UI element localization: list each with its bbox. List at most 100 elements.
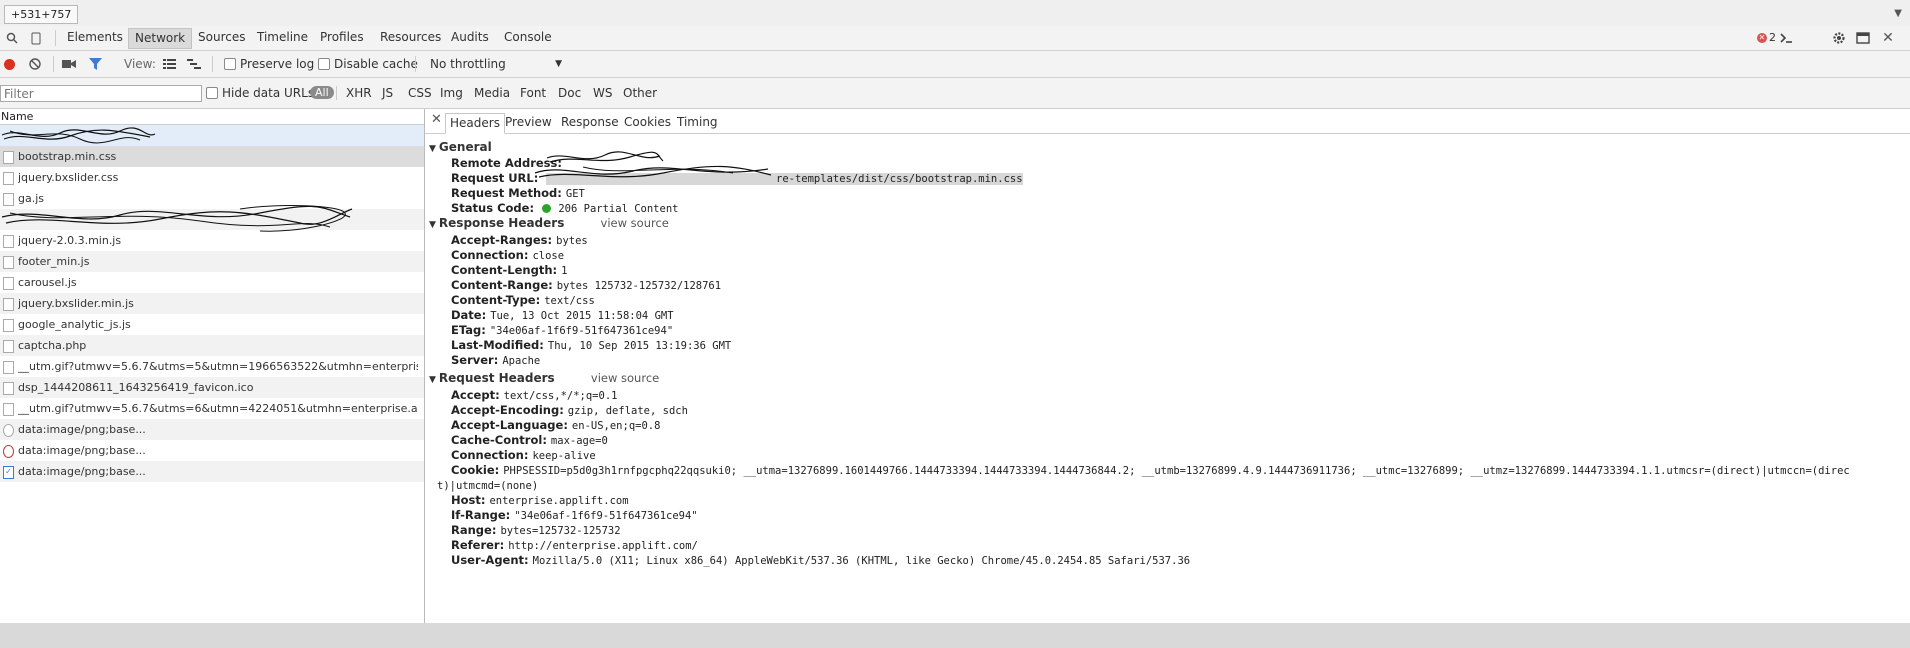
header-row: If-Range: "34e06af-1f6f9-51f647361ce94" (451, 508, 698, 522)
record-icon[interactable] (4, 56, 15, 72)
tab-preview[interactable]: Preview (501, 113, 556, 132)
header-value: enterprise.applift.com (489, 495, 629, 507)
request-headers-section-toggle[interactable]: ▼ Request Headers view source (429, 371, 659, 385)
tab-profiles[interactable]: Profiles (314, 28, 370, 47)
throttling-value: No throttling (430, 57, 506, 71)
preserve-log-checkbox[interactable]: Preserve log (224, 56, 314, 72)
filter-funnel-icon[interactable] (89, 56, 102, 72)
tab-headers[interactable]: Headers (445, 113, 505, 134)
request-row[interactable]: jquery.bxslider.css (0, 167, 424, 188)
filter-js[interactable]: JS (382, 86, 393, 100)
header-key: Server: (451, 353, 499, 367)
header-key: Connection: (451, 448, 529, 462)
request-name: data:image/png;base... (18, 423, 146, 436)
scroll-down-icon[interactable]: ▼ (1894, 8, 1902, 19)
device-mode-icon[interactable] (28, 30, 44, 46)
name-column-header[interactable]: Name (0, 109, 424, 125)
image-icon (3, 424, 14, 437)
overview-waterfall-icon[interactable] (187, 56, 201, 72)
tab-response[interactable]: Response (557, 113, 623, 132)
header-row: Date: Tue, 13 Oct 2015 11:58:04 GMT (451, 308, 674, 322)
tab-cookies[interactable]: Cookies (620, 113, 675, 132)
filter-media[interactable]: Media (474, 86, 510, 100)
response-headers-section-toggle[interactable]: ▼ Response Headers view source (429, 216, 669, 230)
header-row: Cookie: PHPSESSID=p5d0g3h1rnfpgcphq22qqsu… (451, 463, 1850, 477)
header-key: Accept-Encoding: (451, 403, 564, 417)
large-rows-icon[interactable] (163, 56, 176, 72)
header-row: Content-Length: 1 (451, 263, 567, 277)
file-icon (3, 235, 14, 248)
request-row[interactable]: __utm.gif?utmwv=5.6.7&utms=5&utmn=196656… (0, 356, 424, 377)
header-value: Thu, 10 Sep 2015 13:19:36 GMT (547, 340, 732, 352)
tab-network[interactable]: Network (128, 28, 193, 49)
header-value: bytes 125732-125732/128761 (556, 280, 722, 292)
tab-timing[interactable]: Timing (673, 113, 722, 132)
tab-timeline[interactable]: Timeline (251, 28, 314, 47)
close-details-icon[interactable]: ✕ (431, 112, 442, 127)
tab-sources[interactable]: Sources (192, 28, 251, 47)
request-row[interactable]: footer_min.js (0, 251, 424, 272)
close-devtools-icon[interactable]: ✕ (1880, 30, 1896, 46)
request-url-label: Request URL: (451, 171, 539, 185)
header-value: gzip, deflate, sdch (567, 405, 688, 417)
network-toolbar: View: Preserve log Disable cache No thro… (0, 51, 1910, 78)
header-value: text/css,*/*;q=0.1 (503, 390, 618, 402)
filter-css[interactable]: CSS (408, 86, 432, 100)
request-name: data:image/png;base... (18, 465, 146, 478)
header-row: Connection: close (451, 248, 564, 262)
filter-font[interactable]: Font (520, 86, 546, 100)
detail-tabs: ✕ Headers Preview Response Cookies Timin… (425, 109, 1910, 134)
file-icon (3, 277, 14, 290)
settings-gear-icon[interactable] (1831, 30, 1847, 46)
request-name: __utm.gif?utmwv=5.6.7&utms=6&utmn=422405… (18, 402, 418, 415)
screenshot-camera-icon[interactable] (62, 56, 76, 72)
header-row: t)|utmcmd=(none) (437, 478, 538, 492)
throttling-select[interactable]: No throttling ▼ (430, 56, 562, 72)
disable-cache-checkbox[interactable]: Disable cache (318, 56, 418, 72)
dock-side-icon[interactable] (1855, 30, 1871, 46)
request-row[interactable]: bootstrap.min.css (0, 146, 424, 167)
filter-other[interactable]: Other (623, 86, 657, 100)
hide-data-urls-checkbox[interactable]: Hide data URLs (206, 86, 314, 100)
request-row[interactable]: ✓ data:image/png;base... (0, 461, 424, 482)
filter-xhr[interactable]: XHR (346, 86, 372, 100)
header-row: Accept-Language: en-US,en;q=0.8 (451, 418, 660, 432)
request-row[interactable] (0, 205, 424, 232)
tab-elements[interactable]: Elements (61, 28, 129, 47)
disable-cache-label: Disable cache (334, 57, 418, 71)
request-view-source-link[interactable]: view source (591, 371, 659, 385)
expand-triangle-icon: ▼ (429, 220, 436, 230)
request-row[interactable]: captcha.php (0, 335, 424, 356)
request-name: dsp_1444208611_1643256419_favicon.ico (18, 381, 254, 394)
request-row[interactable]: jquery-2.0.3.min.js (0, 230, 424, 251)
request-row[interactable]: carousel.js (0, 272, 424, 293)
request-row[interactable]: jquery.bxslider.min.js (0, 293, 424, 314)
header-row: Accept-Encoding: gzip, deflate, sdch (451, 403, 688, 417)
filter-all[interactable]: All (310, 86, 334, 99)
header-key: ETag: (451, 323, 486, 337)
filter-doc[interactable]: Doc (558, 86, 581, 100)
tab-resources[interactable]: Resources (374, 28, 447, 47)
error-counter[interactable]: ✕ 2 (1757, 31, 1776, 44)
header-key: Referer: (451, 538, 505, 552)
request-row[interactable]: data:image/png;base... (0, 440, 424, 461)
tab-console[interactable]: Console (498, 28, 558, 47)
header-key: Content-Length: (451, 263, 558, 277)
tab-audits[interactable]: Audits (445, 28, 495, 47)
console-drawer-icon[interactable] (1778, 30, 1794, 46)
request-row[interactable] (0, 125, 424, 146)
request-row[interactable]: google_analytic_js.js (0, 314, 424, 335)
filter-ws[interactable]: WS (593, 86, 612, 100)
request-row[interactable]: data:image/png;base... (0, 419, 424, 440)
general-section-toggle[interactable]: ▼ General (429, 140, 492, 154)
request-row[interactable]: __utm.gif?utmwv=5.6.7&utms=6&utmn=422405… (0, 398, 424, 419)
clear-icon[interactable] (29, 56, 41, 72)
request-method-label: Request Method: (451, 186, 562, 200)
coordinate-bar: +531+757 ▼ (0, 0, 1910, 27)
response-view-source-link[interactable]: view source (601, 216, 669, 230)
request-row[interactable]: dsp_1444208611_1643256419_favicon.ico (0, 377, 424, 398)
filter-input[interactable] (0, 85, 202, 102)
filter-img[interactable]: Img (440, 86, 463, 100)
inspect-search-icon[interactable] (4, 30, 20, 46)
header-row: Server: Apache (451, 353, 540, 367)
